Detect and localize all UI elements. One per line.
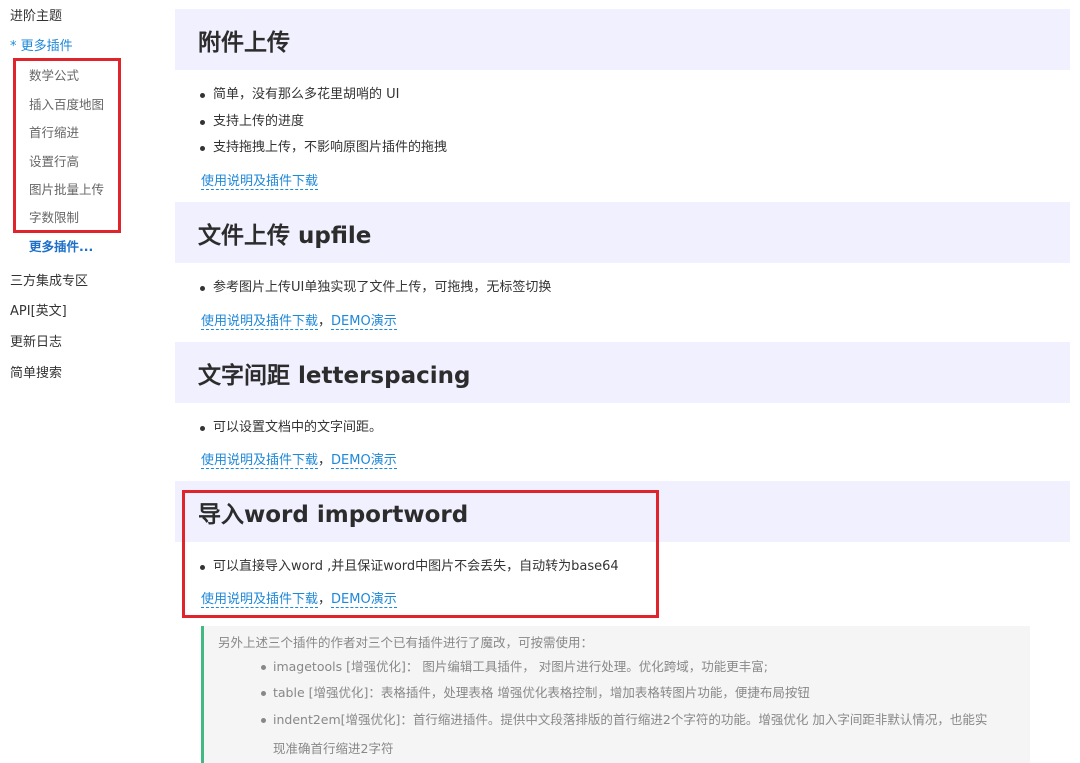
sidebar-subitem-word-limit[interactable]: 字数限制 <box>29 209 79 227</box>
sidebar-item-simple-search[interactable]: 简单搜索 <box>10 365 62 383</box>
list-item: 支持拖拽上传，不影响原图片插件的拖拽 <box>199 140 448 155</box>
sidebar-item-api[interactable]: API[英文] <box>10 303 67 321</box>
docs-download-link[interactable]: 使用说明及插件下载 <box>201 314 319 330</box>
sidebar-subitem-batch-image-upload[interactable]: 图片批量上传 <box>29 181 104 199</box>
sidebar-item-advanced-theme[interactable]: 进阶主题 <box>10 8 62 26</box>
blockquote-intro: 另外上述三个插件的作者对三个已有插件进行了魔改，可按需使用： <box>218 635 594 650</box>
plugin-notes-blockquote: 另外上述三个插件的作者对三个已有插件进行了魔改，可按需使用： imagetool… <box>201 626 1030 763</box>
list-item: imagetools [增强优化]： 图片编辑工具插件， 对图片进行处理。优化跨… <box>260 659 769 674</box>
list-item: 参考图片上传UI单独实现了文件上传，可拖拽，无标签切换 <box>199 280 552 295</box>
section-links: 使用说明及插件下载 <box>201 173 319 191</box>
section-header-upfile: 文件上传 upfile <box>175 202 1070 263</box>
section-links: 使用说明及插件下载，DEMO演示 <box>201 591 397 609</box>
list-item: 可以设置文档中的文字间距。 <box>199 420 383 435</box>
demo-link[interactable]: DEMO演示 <box>331 314 397 330</box>
section-title: 导入word importword <box>198 501 469 528</box>
link-separator: ， <box>318 592 332 607</box>
link-separator: ， <box>318 453 332 468</box>
link-separator: ， <box>318 314 332 329</box>
section-header-attachment: 附件上传 <box>175 9 1070 70</box>
section-title: 附件上传 <box>198 29 290 56</box>
section-header-importword: 导入word importword <box>175 481 1070 542</box>
section-title: 文字间距 letterspacing <box>198 362 471 389</box>
list-item: indent2em[增强优化]：首行缩进插件。提供中文段落排版的首行缩进2个字符… <box>260 712 988 727</box>
sidebar-subitem-baidu-map[interactable]: 插入百度地图 <box>29 96 104 114</box>
sidebar-subitem-math-formula[interactable]: 数学公式 <box>29 67 79 85</box>
section-links: 使用说明及插件下载，DEMO演示 <box>201 313 397 331</box>
demo-link[interactable]: DEMO演示 <box>331 592 397 608</box>
sidebar-item-more-plugins[interactable]: * 更多插件 <box>10 38 73 56</box>
section-header-letterspacing: 文字间距 letterspacing <box>175 342 1070 403</box>
list-item: 可以直接导入word ,并且保证word中图片不会丢失，自动转为base64 <box>200 559 619 574</box>
sidebar-more-plugins-link[interactable]: 更多插件... <box>29 238 93 256</box>
sidebar-subitem-line-height[interactable]: 设置行高 <box>29 153 79 171</box>
sidebar-item-changelog[interactable]: 更新日志 <box>10 334 62 352</box>
list-item: 简单，没有那么多花里胡哨的 UI <box>199 87 400 102</box>
docs-download-link[interactable]: 使用说明及插件下载 <box>201 453 319 469</box>
docs-download-link[interactable]: 使用说明及插件下载 <box>201 592 319 608</box>
sidebar: 进阶主题 * 更多插件 数学公式 插入百度地图 首行缩进 设置行高 图片批量上传… <box>0 0 175 763</box>
docs-download-link[interactable]: 使用说明及插件下载 <box>201 174 319 190</box>
list-item: table [增强优化]：表格插件，处理表格 增强优化表格控制，增加表格转图片功… <box>261 685 810 700</box>
sidebar-subitem-first-line-indent[interactable]: 首行缩进 <box>29 124 79 142</box>
demo-link[interactable]: DEMO演示 <box>331 453 397 469</box>
section-links: 使用说明及插件下载，DEMO演示 <box>201 452 397 470</box>
list-item: 支持上传的进度 <box>199 114 305 129</box>
sidebar-item-third-party[interactable]: 三方集成专区 <box>10 273 88 291</box>
list-item-continuation: 现准确首行缩进2字符 <box>273 741 394 756</box>
section-title: 文件上传 upfile <box>198 222 372 249</box>
